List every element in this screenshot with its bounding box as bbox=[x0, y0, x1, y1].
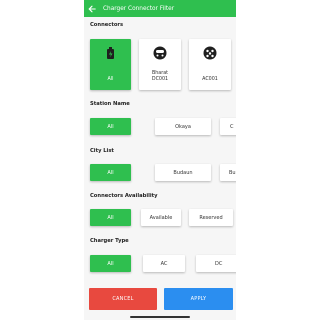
back-arrow-icon[interactable] bbox=[84, 0, 100, 17]
availability-option-reserved[interactable]: Reserved bbox=[189, 209, 233, 226]
availability-option-all[interactable]: All bbox=[90, 209, 131, 226]
connector-ac001[interactable]: AC001 bbox=[189, 39, 231, 90]
charger-type-option-ac[interactable]: AC bbox=[143, 255, 185, 272]
city-option-budaun[interactable]: Budaun bbox=[155, 164, 211, 181]
availability-title: Connectors Availability bbox=[90, 193, 158, 199]
connectors-title: Connectors bbox=[90, 22, 124, 28]
station-option-partial[interactable]: C bbox=[220, 118, 236, 135]
cancel-button[interactable]: CANCEL bbox=[89, 288, 157, 310]
connector-label: All bbox=[107, 77, 114, 82]
station-option-all[interactable]: All bbox=[90, 118, 131, 135]
charger-type-option-all[interactable]: All bbox=[90, 255, 131, 272]
connector-label: Bharat DC001 bbox=[151, 71, 169, 82]
station-name-title: Station Name bbox=[90, 101, 130, 107]
plug-icon bbox=[104, 46, 118, 60]
connector-label: AC001 bbox=[202, 77, 218, 82]
city-option-all[interactable]: All bbox=[90, 164, 131, 181]
connector-bharat-dc001[interactable]: Bharat DC001 bbox=[139, 39, 181, 90]
page-title: Charger Connector Filter bbox=[103, 5, 175, 12]
station-option-okaya[interactable]: Okaya bbox=[155, 118, 211, 135]
app-bar: Charger Connector Filter bbox=[84, 0, 236, 17]
charger-type-option-dc[interactable]: DC bbox=[196, 255, 236, 272]
ac-connector-icon bbox=[203, 46, 217, 60]
home-indicator bbox=[130, 316, 190, 318]
city-list-title: City List bbox=[90, 148, 114, 154]
charger-type-title: Charger Type bbox=[90, 238, 129, 244]
connector-all[interactable]: All bbox=[90, 39, 131, 90]
filter-screen: Charger Connector Filter Connectors All … bbox=[84, 0, 236, 320]
dc-connector-icon bbox=[153, 46, 167, 60]
city-option-partial[interactable]: Bu bbox=[220, 164, 236, 181]
apply-button[interactable]: APPLY bbox=[164, 288, 233, 310]
availability-option-available[interactable]: Available bbox=[141, 209, 181, 226]
